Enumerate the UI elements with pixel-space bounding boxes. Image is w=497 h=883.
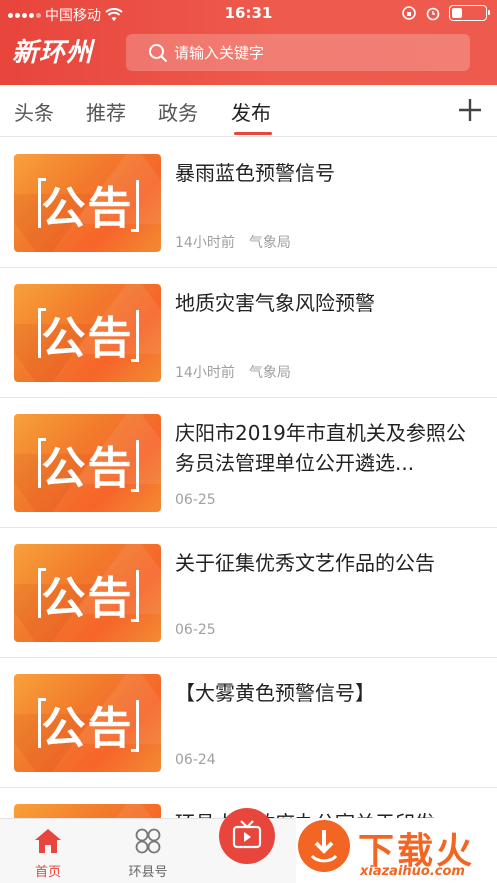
article-title: 关于征集优秀文艺作品的公告 (175, 551, 435, 575)
thumbnail-text: 公告 (41, 443, 134, 494)
grid-icon (135, 828, 161, 854)
add-channel-icon[interactable] (457, 97, 483, 123)
notice-thumbnail: 公告 (14, 284, 161, 382)
article-meta: 06-24 (175, 752, 216, 768)
notice-thumbnail: 公告 (14, 804, 161, 818)
notice-thumbnail: 公告 (14, 414, 161, 512)
search-placeholder: 请输入关键字 (174, 44, 265, 62)
nav-home[interactable]: 首页 (8, 827, 88, 880)
alarm-icon (426, 7, 440, 21)
download-fire-icon (298, 820, 350, 872)
article-meta: 06-25 (175, 622, 216, 638)
nav-county-label: 环县号 (128, 865, 168, 880)
thumbnail-text: 公告 (41, 183, 134, 234)
thumbnail-text: 公告 (41, 573, 134, 624)
app-header: 中国移动 16:31 新环州 请输入关键字 (0, 0, 497, 85)
battery-icon (449, 5, 490, 21)
tab-publish[interactable]: 发布 (231, 97, 271, 126)
thumbnail-text: 公告 (41, 313, 134, 364)
article-meta: 14小时前 气象局 (175, 232, 291, 252)
article-list: 公告 暴雨蓝色预警信号 14小时前 气象局 公告 地质灾害气象风险预警 14小时前… (0, 138, 497, 818)
thumbnail-text: 公告 (41, 703, 134, 754)
article-item[interactable]: 公告 庆阳市2019年市直机关及参照公务员法管理单位公开遴选... 06-25 (0, 398, 497, 528)
battery-fill (452, 8, 462, 18)
article-time: 14小时前 (175, 235, 235, 251)
article-title: 地质灾害气象风险预警 (175, 291, 375, 315)
article-time: 06-25 (175, 622, 216, 638)
article-item[interactable]: 公告 暴雨蓝色预警信号 14小时前 气象局 (0, 138, 497, 268)
home-icon (35, 829, 61, 853)
notice-thumbnail: 公告 (14, 154, 161, 252)
nav-home-label: 首页 (34, 865, 61, 880)
app-logo: 新环州 (12, 38, 94, 68)
article-title: 暴雨蓝色预警信号 (175, 161, 335, 185)
article-time: 06-24 (175, 752, 216, 768)
watermark-url: xiazaihuo.com (360, 864, 465, 879)
article-meta: 14小时前 气象局 (175, 362, 291, 382)
article-title: 庆阳市2019年市直机关及参照公务员法管理单位公开遴选... (175, 421, 466, 475)
article-meta: 06-25 (175, 492, 216, 508)
tab-headlines[interactable]: 头条 (14, 97, 54, 126)
notice-thumbnail: 公告 (14, 544, 161, 642)
active-tab-indicator (234, 132, 272, 135)
tv-icon (232, 820, 262, 849)
search-bar[interactable]: 请输入关键字 (126, 34, 470, 71)
search-icon (149, 43, 168, 62)
rotation-lock-icon (402, 6, 416, 20)
nav-county-accounts[interactable]: 环县号 (108, 827, 188, 880)
article-source: 气象局 (248, 235, 291, 251)
article-item[interactable]: 公告 【大雾黄色预警信号】 06-24 (0, 658, 497, 788)
live-tv-button[interactable] (219, 808, 275, 864)
article-time: 14小时前 (175, 365, 235, 381)
category-tabs: 头条 推荐 政务 发布 (0, 85, 497, 137)
article-time: 06-25 (175, 492, 216, 508)
tab-government[interactable]: 政务 (158, 97, 198, 126)
notice-thumbnail: 公告 (14, 674, 161, 772)
article-title: 【大雾黄色预警信号】 (175, 681, 375, 705)
article-item[interactable]: 公告 地质灾害气象风险预警 14小时前 气象局 (0, 268, 497, 398)
article-item[interactable]: 公告 关于征集优秀文艺作品的公告 06-25 (0, 528, 497, 658)
article-source: 气象局 (248, 365, 291, 381)
status-bar: 中国移动 16:31 (0, 0, 497, 28)
tab-recommended[interactable]: 推荐 (86, 97, 126, 126)
